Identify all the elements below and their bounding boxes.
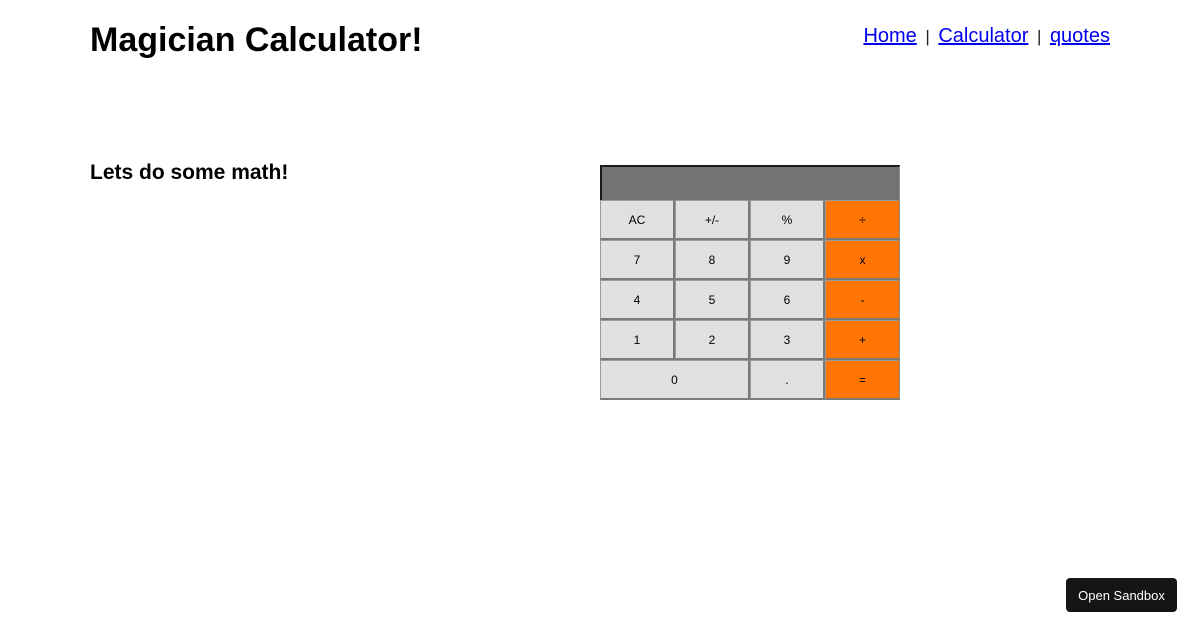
calculator: AC +/- % ÷ 7 8 9 x 4 5 6 - 1 2 3 + 0 . = [600,165,900,400]
open-sandbox-button[interactable]: Open Sandbox [1066,578,1177,612]
key-0[interactable]: 0 [600,360,750,400]
key-equals[interactable]: = [825,360,900,400]
site-title: Magician Calculator! [90,21,423,59]
key-percent[interactable]: % [750,200,825,240]
key-divide[interactable]: ÷ [825,200,900,240]
nav-link-home[interactable]: Home [863,25,916,47]
nav-link-calculator[interactable]: Calculator [938,25,1028,47]
key-subtract[interactable]: - [825,280,900,320]
key-7[interactable]: 7 [600,240,675,280]
key-4[interactable]: 4 [600,280,675,320]
nav-separator: | [925,27,930,46]
nav-separator: | [1036,27,1042,46]
key-3[interactable]: 3 [750,320,825,360]
key-2[interactable]: 2 [675,320,750,360]
key-6[interactable]: 6 [750,280,825,320]
key-9[interactable]: 9 [750,240,825,280]
top-nav: Home | Calculator | quotes [863,24,1110,49]
calculator-keypad: AC +/- % ÷ 7 8 9 x 4 5 6 - 1 2 3 + 0 . = [600,200,900,400]
key-add[interactable]: + [825,320,900,360]
key-clear[interactable]: AC [600,200,675,240]
key-decimal[interactable]: . [750,360,825,400]
key-toggle-sign[interactable]: +/- [675,200,750,240]
calculator-display [600,165,900,200]
key-8[interactable]: 8 [675,240,750,280]
nav-link-quotes[interactable]: quotes [1050,25,1110,47]
intro-heading: Lets do some math! [90,161,289,184]
key-1[interactable]: 1 [600,320,675,360]
key-5[interactable]: 5 [675,280,750,320]
key-multiply[interactable]: x [825,240,900,280]
